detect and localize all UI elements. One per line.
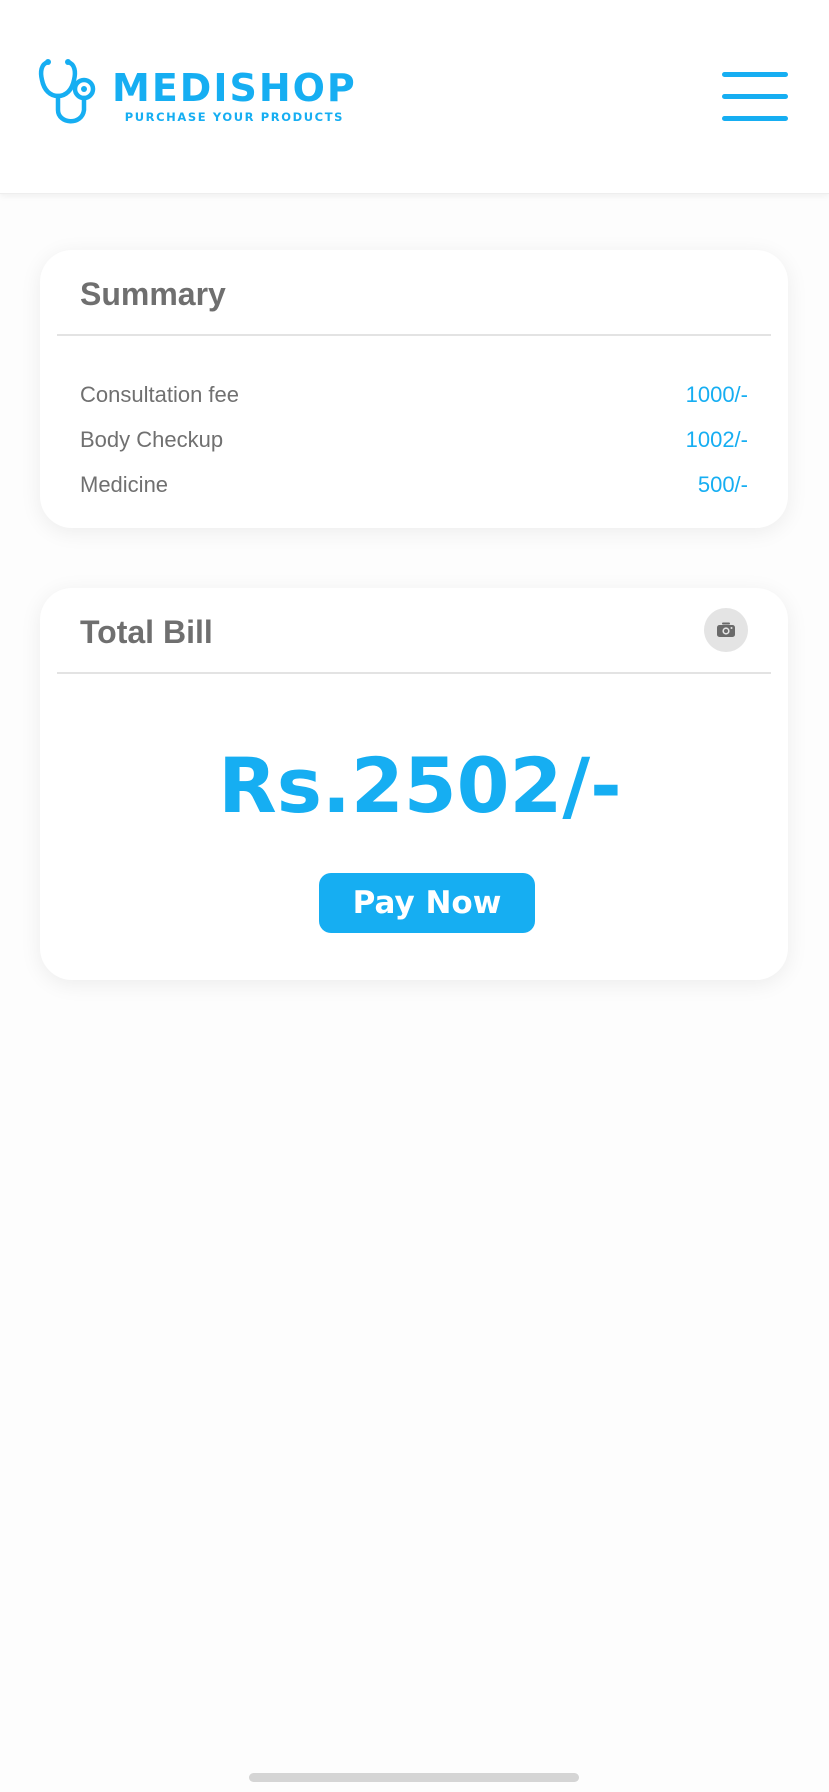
total-amount: Rs.2502/- — [218, 741, 622, 830]
home-indicator[interactable] — [249, 1773, 579, 1782]
brand-name: MEDISHOP — [112, 66, 357, 110]
summary-item-value: 1000/- — [685, 381, 748, 407]
summary-item-value: 500/- — [697, 471, 748, 497]
menu-bar — [722, 72, 788, 77]
menu-bar — [722, 116, 788, 121]
camera-button[interactable] — [704, 608, 748, 652]
summary-item-label: Medicine — [80, 471, 169, 497]
summary-item-label: Consultation fee — [80, 381, 239, 407]
pay-now-button[interactable]: Pay Now — [319, 873, 535, 933]
payment-summary-screen: MEDISHOP PURCHASE YOUR PRODUCTS Summary … — [0, 0, 829, 1792]
hamburger-menu-icon[interactable] — [722, 72, 788, 122]
total-bill-card-header: Total Bill — [57, 588, 771, 674]
summary-row-medicine: Medicine 500/- — [80, 462, 748, 507]
summary-card-header: Summary — [57, 250, 771, 336]
brand-text: MEDISHOP PURCHASE YOUR PRODUCTS — [112, 68, 357, 124]
summary-row-body-checkup: Body Checkup 1002/- — [80, 417, 748, 462]
menu-bar — [722, 94, 788, 99]
total-bill-title: Total Bill — [80, 614, 213, 650]
app-header: MEDISHOP PURCHASE YOUR PRODUCTS — [0, 0, 829, 194]
brand-tagline: PURCHASE YOUR PRODUCTS — [124, 110, 345, 124]
summary-list: Consultation fee 1000/- Body Checkup 100… — [80, 372, 748, 507]
summary-row-consultation-fee: Consultation fee 1000/- — [80, 372, 748, 417]
summary-card: Summary Consultation fee 1000/- Body Che… — [40, 250, 788, 528]
total-bill-card: Total Bill Rs.2502/- Pay Now — [40, 588, 788, 980]
summary-title: Summary — [80, 276, 226, 312]
summary-item-label: Body Checkup — [80, 426, 224, 452]
brand-logo[interactable]: MEDISHOP PURCHASE YOUR PRODUCTS — [38, 58, 357, 134]
stethoscope-icon — [38, 59, 96, 124]
camera-icon — [717, 622, 735, 637]
summary-item-value: 1002/- — [685, 426, 748, 452]
